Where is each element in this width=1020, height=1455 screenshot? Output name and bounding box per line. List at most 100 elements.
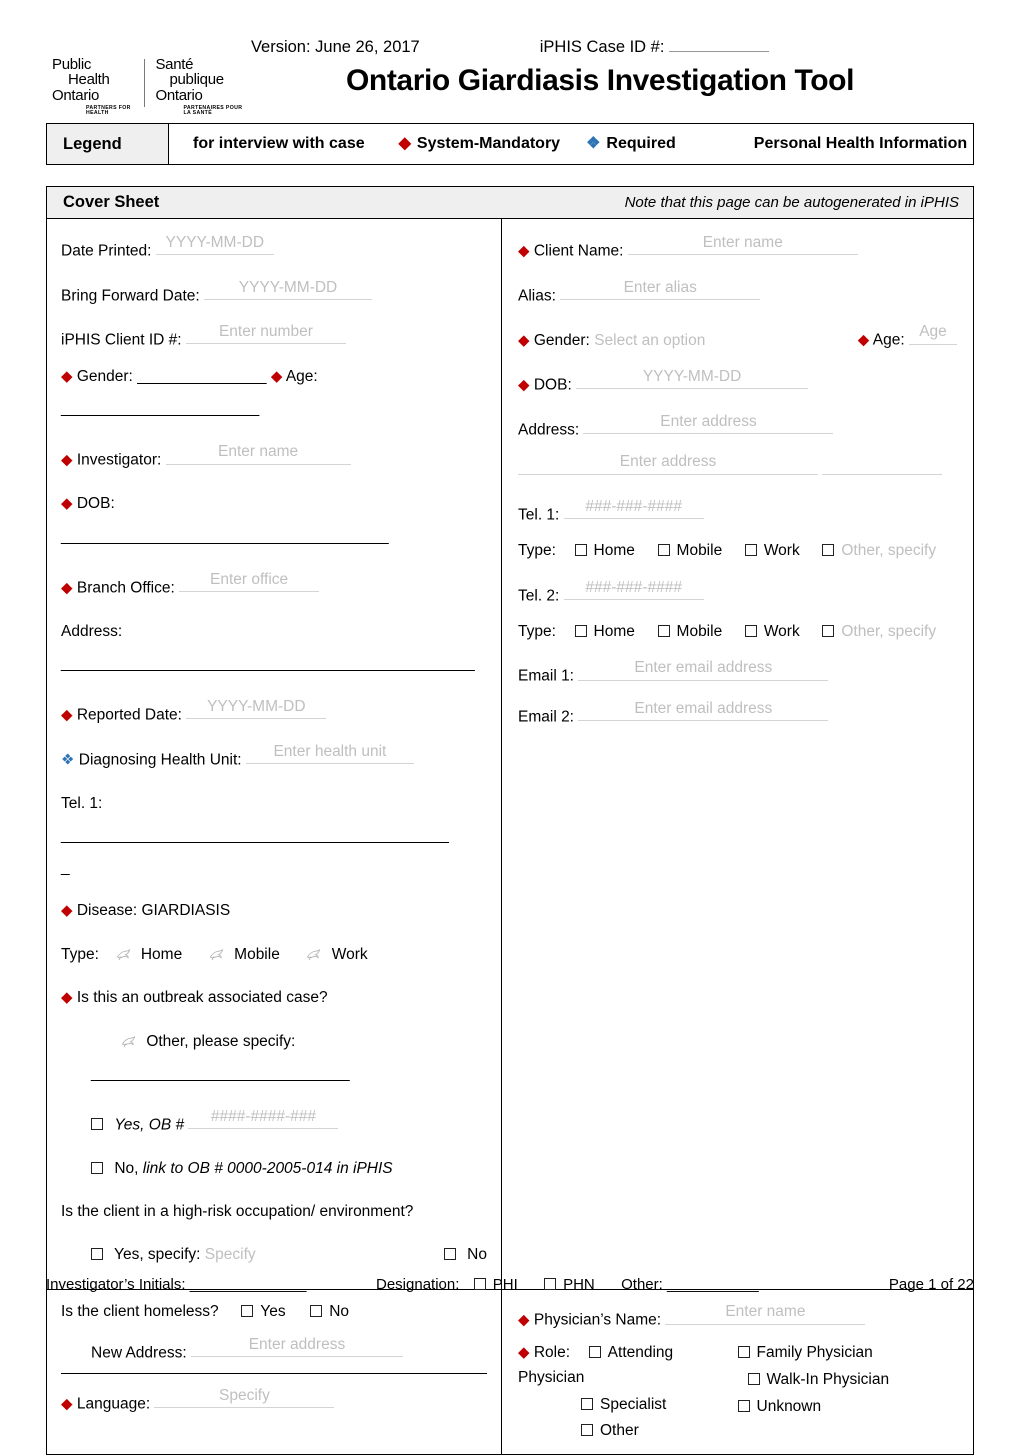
yes-specify-input[interactable]: Specify	[205, 1246, 256, 1263]
field-tel1-blank2-left: _	[61, 856, 487, 879]
field-branch-office: ◆ Branch Office: Enter office	[61, 568, 487, 600]
type2-label-right: Type:	[518, 623, 556, 640]
checkbox-role-walkin[interactable]: Walk-In Physician	[747, 1370, 890, 1388]
tel1-blank-left[interactable]: ________________________________________…	[61, 827, 449, 844]
investigator-label: Investigator:	[76, 451, 162, 469]
role-row-family: Family Physician	[737, 1341, 958, 1366]
field-email1: Email 1: Enter email address	[518, 656, 957, 688]
checkbox-homeless-no[interactable]: No	[310, 1303, 349, 1320]
checkbox-yes-ob[interactable]	[91, 1118, 103, 1131]
client-name-label: Client Name:	[533, 242, 624, 260]
language-input[interactable]: Specify	[154, 1384, 335, 1409]
reported-date-input[interactable]: YYYY-MM-DD	[186, 695, 327, 720]
checkbox-highrisk-no[interactable]	[443, 1248, 456, 1260]
checkbox-type1-mobile-right[interactable]: Mobile	[657, 542, 727, 560]
iphis-client-id-input[interactable]: Enter number	[185, 320, 346, 345]
red-diamond-icon: ◆	[518, 331, 530, 349]
checkbox-no-link[interactable]	[91, 1161, 103, 1174]
footer-other-blank[interactable]: ___________	[667, 1276, 759, 1293]
checkbox-type-work-left[interactable]: Work	[306, 945, 368, 963]
bottom-right-block: ◆ Physician’s Name: Enter name ◆ Role: A…	[502, 1290, 973, 1454]
branch-office-input[interactable]: Enter office	[179, 568, 320, 592]
dob-input-right[interactable]: YYYY-MM-DD	[576, 365, 809, 390]
logo-en-line3: Ontario	[52, 86, 100, 104]
checkbox-homeless-yes[interactable]: Yes	[241, 1303, 290, 1320]
checkbox-type-home-left[interactable]: Home	[116, 946, 187, 963]
dob-blank-left[interactable]: ______________________________________	[61, 528, 389, 545]
age-input-right[interactable]: Age	[909, 320, 957, 345]
field-address-left: Address:	[61, 620, 487, 643]
checkbox-role-unknown[interactable]: Unknown	[737, 1398, 821, 1415]
checkbox-designation-phi[interactable]: PHI	[473, 1276, 522, 1293]
checkbox-type1-other-right[interactable]: Other, specify	[822, 542, 936, 559]
field-address-blank-left: ________________________________________…	[61, 652, 487, 675]
checkbox-type2-work-right[interactable]: Work	[744, 623, 804, 640]
type-mobile-label-left: Mobile	[234, 945, 280, 963]
checkbox-icon	[241, 1305, 254, 1318]
legend-label: Legend	[47, 124, 169, 164]
checkbox-type1-home-right[interactable]: Home	[574, 542, 640, 559]
physician-role-col-left: ◆ Role: Attending Physician Specialist O…	[518, 1341, 738, 1446]
checkbox-type1-work-right[interactable]: Work	[744, 542, 804, 559]
language-label: Language:	[76, 1395, 151, 1413]
address2-extra-right[interactable]	[822, 473, 943, 475]
dove-checkbox-icon[interactable]	[121, 1032, 136, 1047]
red-diamond-icon: ◆	[518, 1344, 530, 1361]
age-group-right: ◆ Age: Age	[858, 320, 957, 352]
address-input-right[interactable]: Enter address	[583, 410, 834, 434]
age-blank-left[interactable]: _______________________	[61, 400, 259, 417]
field-other-specify: Other, please specify:	[61, 1030, 487, 1053]
checkbox-type-mobile-left[interactable]: Mobile	[209, 946, 284, 963]
legend-bar: Legend for interview with case ◆ System-…	[46, 123, 974, 165]
blue-diamond-cluster-icon: ❖	[586, 135, 601, 152]
tel1-input-right[interactable]: ###-###-####	[563, 495, 704, 519]
physician-name-input[interactable]: Enter name	[665, 1300, 866, 1325]
checkbox-role-family[interactable]: Family Physician	[737, 1344, 873, 1361]
field-dob-right: ◆ DOB: YYYY-MM-DD	[518, 365, 957, 397]
red-diamond-icon: ◆	[61, 367, 73, 385]
other-specify-blank[interactable]: ______________________________	[61, 1065, 350, 1082]
tel2-input-right[interactable]: ###-###-####	[563, 576, 704, 600]
role-row-walkin: Walk-In Physician	[738, 1368, 958, 1393]
field-disease: ◆ Disease: GIARDIASIS	[61, 899, 487, 923]
bring-forward-input[interactable]: YYYY-MM-DD	[204, 276, 373, 300]
checkbox-type2-other-right[interactable]: Other, specify	[822, 623, 936, 640]
red-diamond-icon: ◆	[270, 367, 283, 385]
cover-sheet-bottom: Is the client homeless? Yes No New Addre…	[47, 1289, 973, 1455]
field-tel1-right: Tel. 1: ###-###-####	[518, 495, 957, 527]
health-unit-input[interactable]: Enter health unit	[245, 740, 414, 764]
checkbox-type2-home-right[interactable]: Home	[574, 623, 640, 640]
checkbox-type2-mobile-right[interactable]: Mobile	[657, 623, 727, 640]
alias-input[interactable]: Enter alias	[560, 276, 761, 300]
date-printed-input[interactable]: YYYY-MM-DD	[155, 231, 274, 256]
type1-label-right: Type:	[518, 542, 556, 560]
gender-input-right[interactable]: Select an option	[594, 332, 705, 349]
checkbox-highrisk-yes[interactable]	[91, 1248, 103, 1260]
new-address-input[interactable]: Enter address	[190, 1333, 403, 1357]
address-blank-left[interactable]: ________________________________________…	[61, 655, 475, 672]
case-id-blank[interactable]	[669, 51, 770, 52]
investigator-input[interactable]: Enter name	[165, 440, 351, 465]
checkbox-icon	[581, 1397, 593, 1410]
address2-input-right[interactable]: Enter address	[518, 450, 818, 475]
yes-ob-input[interactable]: ####-####-###	[188, 1105, 339, 1130]
role-walkin-label: Walk-In Physician	[766, 1370, 890, 1388]
checkbox-role-other[interactable]: Other	[581, 1422, 639, 1439]
initials-blank[interactable]: ______________	[190, 1276, 307, 1293]
dob-label-right: DOB:	[533, 376, 572, 394]
logo-fr-line1: Santé	[155, 56, 194, 73]
designation-label: Designation:	[376, 1276, 460, 1293]
gender-blank-left[interactable]: _______________	[137, 368, 266, 385]
field-address2-right: Enter address	[502, 450, 957, 482]
checkbox-role-specialist[interactable]: Specialist	[581, 1396, 666, 1413]
tel1-blank2-left[interactable]: _	[61, 859, 70, 876]
outbreak-question-label: Is this an outbreak associated case?	[76, 989, 328, 1006]
client-name-input[interactable]: Enter name	[627, 231, 858, 256]
red-diamond-icon: ◆	[398, 135, 411, 152]
email1-input[interactable]: Enter email address	[578, 656, 829, 681]
type1-mobile-label: Mobile	[676, 542, 723, 560]
type-work-label-left: Work	[331, 945, 368, 963]
email2-input[interactable]: Enter email address	[578, 697, 829, 721]
field-tel1-left: Tel. 1:	[61, 792, 487, 815]
checkbox-designation-phn[interactable]: PHN	[544, 1276, 599, 1293]
